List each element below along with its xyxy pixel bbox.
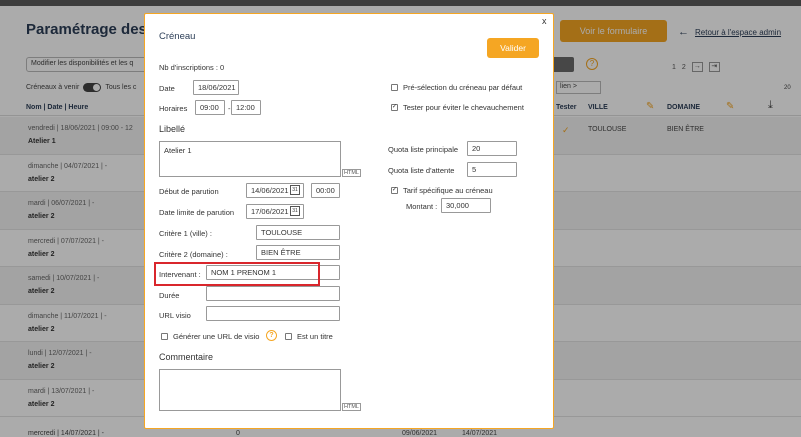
calendar-icon[interactable]: 31: [290, 206, 300, 216]
overlap-checkbox[interactable]: ✓: [391, 104, 398, 111]
visio-field[interactable]: [206, 306, 340, 321]
visio-label: URL visio: [159, 311, 191, 320]
registrations-count: Nb d'inscriptions : 0: [159, 63, 225, 72]
specific-rate-checkbox[interactable]: ✓: [391, 187, 398, 194]
duration-label: Durée: [159, 291, 180, 300]
generate-visio-label: Générer une URL de visio: [173, 332, 260, 341]
amount-field[interactable]: 30,000: [441, 198, 491, 213]
comment-section-title: Commentaire: [159, 352, 214, 362]
modal-title: Créneau: [159, 31, 196, 42]
label-section-title: Libellé: [159, 124, 186, 134]
label-textarea[interactable]: Atelier 1: [159, 141, 341, 177]
pub-end-label: Date limite de parution: [159, 208, 235, 217]
specific-rate-label: Tarif spécifique au créneau: [403, 186, 493, 195]
hours-start-field[interactable]: 09:00: [195, 100, 225, 115]
criteria2-label: Critère 2 (domaine) :: [159, 250, 228, 259]
quota-wait-label: Quota liste d'attente: [388, 166, 455, 175]
generate-visio-checkbox[interactable]: [161, 333, 168, 340]
preselect-label: Pré-sélection du créneau par défaut: [403, 83, 523, 92]
quota-wait-field[interactable]: 5: [467, 162, 517, 177]
amount-label: Montant :: [406, 202, 438, 211]
criteria2-field[interactable]: BIEN ÊTRE: [256, 245, 340, 260]
quota-main-field[interactable]: 20: [467, 141, 517, 156]
duration-field[interactable]: [206, 286, 340, 301]
hours-label: Horaires: [159, 104, 188, 113]
overlap-label: Tester pour éviter le chevauchement: [403, 103, 524, 112]
validate-button[interactable]: Valider: [487, 38, 539, 58]
speaker-highlight-box: [154, 262, 320, 286]
hours-end-field[interactable]: 12:00: [231, 100, 261, 115]
is-title-checkbox[interactable]: [285, 333, 292, 340]
calendar-icon[interactable]: 31: [290, 185, 300, 195]
quota-main-label: Quota liste principale: [388, 145, 459, 154]
criteria1-label: Critère 1 (ville) :: [159, 229, 212, 238]
help-icon[interactable]: ?: [266, 330, 277, 341]
preselect-checkbox[interactable]: [391, 84, 398, 91]
html-toggle[interactable]: HTML: [342, 169, 361, 177]
pub-start-time-field[interactable]: 00:00: [311, 183, 340, 198]
close-icon[interactable]: x: [542, 16, 547, 26]
date-field[interactable]: 18/06/2021: [193, 80, 239, 95]
criteria1-field[interactable]: TOULOUSE: [256, 225, 340, 240]
slot-modal: x Créneau Valider Nb d'inscriptions : 0 …: [144, 13, 554, 429]
html-toggle[interactable]: HTML: [342, 403, 361, 411]
comment-textarea[interactable]: [159, 369, 341, 411]
is-title-label: Est un titre: [297, 332, 333, 341]
date-label: Date: [159, 84, 175, 93]
pub-start-label: Début de parution: [159, 187, 219, 196]
